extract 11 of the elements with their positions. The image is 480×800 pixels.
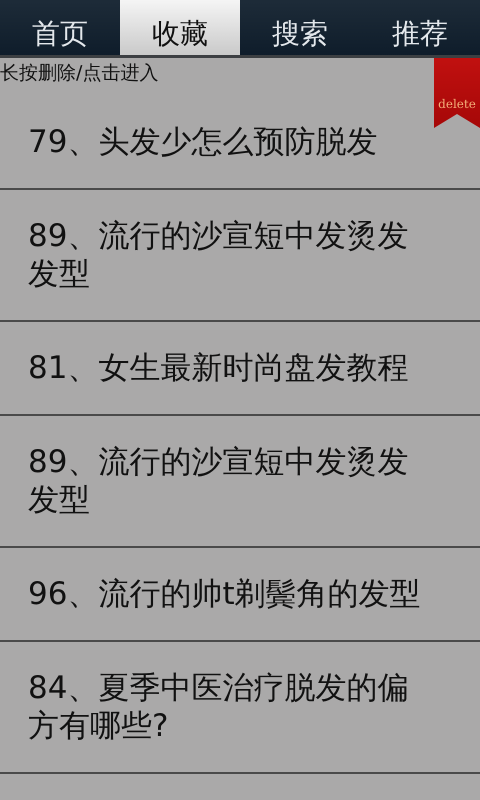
- delete-ribbon[interactable]: delete: [434, 58, 480, 128]
- tab[interactable]: 收藏: [120, 0, 240, 55]
- favorite-item[interactable]: 89、流行的沙宣短中发烫发发型: [0, 190, 480, 322]
- hint-text: 长按删除/点击进入: [0, 61, 160, 86]
- favorite-item[interactable]: 96、流行的帅t剃鬓角的发型: [0, 548, 480, 642]
- tab[interactable]: 搜索: [240, 0, 360, 55]
- favorite-item[interactable]: 84、夏季中医治疗脱发的偏方有哪些?: [0, 642, 480, 774]
- tab[interactable]: 首页: [0, 0, 120, 55]
- tab[interactable]: 推荐: [360, 0, 480, 55]
- favorite-item[interactable]: 81、女生最新时尚盘发教程: [0, 322, 480, 416]
- favorite-item[interactable]: 89、流行的沙宣短中发烫发发型: [0, 416, 480, 548]
